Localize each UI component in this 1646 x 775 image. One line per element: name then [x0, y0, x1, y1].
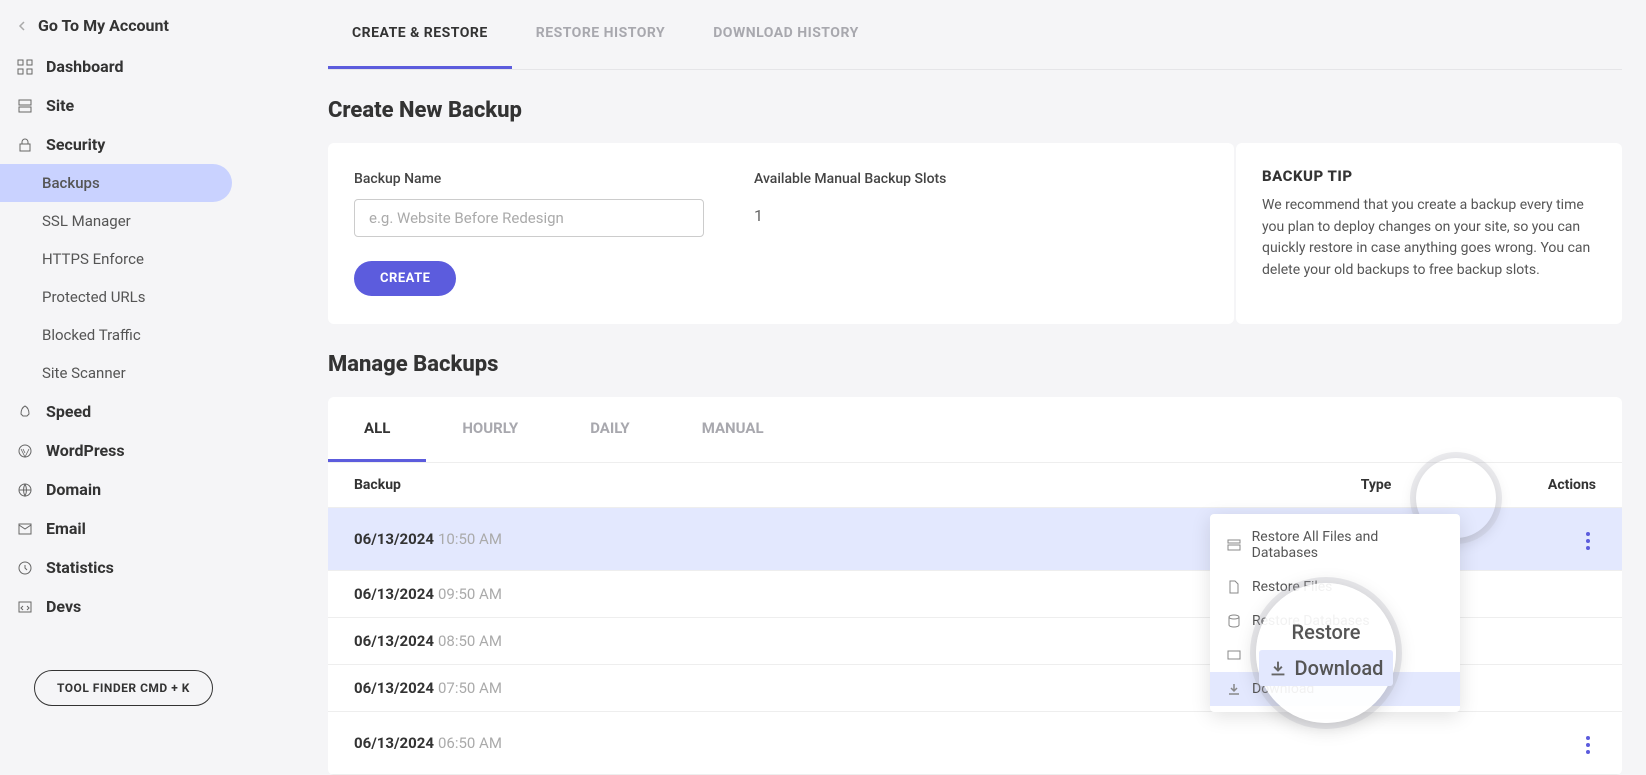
col-actions: Actions — [1476, 477, 1596, 493]
back-arrow-icon — [16, 19, 30, 33]
sidebar-item-label: Speed — [46, 402, 91, 421]
sidebar-item-email[interactable]: Email — [0, 509, 280, 548]
col-backup: Backup — [354, 477, 1276, 493]
clock-icon — [16, 559, 34, 577]
tab-restore-history[interactable]: RESTORE HISTORY — [512, 0, 689, 69]
dropdown-item-hidden[interactable] — [1210, 638, 1460, 672]
code-icon — [16, 598, 34, 616]
dropdown-restore-files[interactable]: Restore Files — [1210, 570, 1460, 604]
backup-name-input[interactable] — [354, 199, 704, 237]
filter-hourly[interactable]: HOURLY — [426, 397, 554, 462]
manage-section-title: Manage Backups — [328, 352, 1622, 377]
table-row: 06/13/202406:50 AM — [328, 712, 1622, 775]
backup-name-label: Backup Name — [354, 171, 704, 187]
download-icon — [1226, 681, 1242, 697]
sidebar-sub-scanner[interactable]: Site Scanner — [0, 354, 280, 392]
rocket-icon — [16, 403, 34, 421]
backup-tip-card: BACKUP TIP We recommend that you create … — [1236, 143, 1622, 324]
sidebar-item-dashboard[interactable]: Dashboard — [0, 47, 280, 86]
dropdown-restore-all[interactable]: Restore All Files and Databases — [1210, 520, 1460, 570]
file-icon — [1226, 579, 1242, 595]
sidebar-item-security[interactable]: Security — [0, 125, 280, 164]
mail-icon — [1226, 647, 1242, 663]
sidebar-item-label: WordPress — [46, 441, 125, 460]
sidebar-item-wordpress[interactable]: WordPress — [0, 431, 280, 470]
table-header: Backup Type Actions — [328, 463, 1622, 508]
filter-all[interactable]: ALL — [328, 397, 426, 462]
sidebar-item-domain[interactable]: Domain — [0, 470, 280, 509]
tab-download-history[interactable]: DOWNLOAD HISTORY — [689, 0, 883, 69]
row-actions-kebab[interactable] — [1580, 526, 1596, 556]
lock-icon — [16, 136, 34, 154]
sidebar-item-site[interactable]: Site — [0, 86, 280, 125]
sidebar-sub-blocked[interactable]: Blocked Traffic — [0, 316, 280, 354]
slots-value: 1 — [754, 199, 946, 232]
actions-dropdown: Restore All Files and Databases Restore … — [1210, 514, 1460, 712]
dropdown-download[interactable]: Download — [1210, 672, 1460, 706]
sidebar-item-speed[interactable]: Speed — [0, 392, 280, 431]
sidebar-sub-https[interactable]: HTTPS Enforce — [0, 240, 280, 278]
sidebar-item-statistics[interactable]: Statistics — [0, 548, 280, 587]
filter-daily[interactable]: DAILY — [554, 397, 666, 462]
go-to-account-link[interactable]: Go To My Account — [0, 12, 280, 47]
tool-finder-button[interactable]: TOOL FINDER CMD + K — [34, 670, 213, 706]
sidebar-item-label: Site — [46, 96, 74, 115]
back-label: Go To My Account — [38, 16, 169, 35]
row-actions-kebab[interactable] — [1580, 730, 1596, 760]
server-icon — [16, 97, 34, 115]
restore-all-icon — [1226, 537, 1242, 553]
slots-label: Available Manual Backup Slots — [754, 171, 946, 187]
sidebar-sub-backups[interactable]: Backups — [0, 164, 232, 202]
globe-icon — [16, 481, 34, 499]
tip-title: BACKUP TIP — [1262, 167, 1596, 185]
mail-icon — [16, 520, 34, 538]
database-icon — [1226, 613, 1242, 629]
create-backup-card: Backup Name Available Manual Backup Slot… — [328, 143, 1234, 324]
sidebar-sub-protected[interactable]: Protected URLs — [0, 278, 280, 316]
wordpress-icon — [16, 442, 34, 460]
create-section-title: Create New Backup — [328, 98, 1622, 123]
grid-icon — [16, 58, 34, 76]
sidebar-item-label: Domain — [46, 480, 101, 499]
sidebar-item-label: Dashboard — [46, 57, 123, 76]
sidebar-item-label: Statistics — [46, 558, 114, 577]
create-button[interactable]: CREATE — [354, 261, 456, 296]
col-type: Type — [1276, 477, 1476, 493]
sidebar-item-label: Email — [46, 519, 86, 538]
tab-create-restore[interactable]: CREATE & RESTORE — [328, 0, 512, 69]
tip-text: We recommend that you create a backup ev… — [1262, 195, 1596, 282]
sidebar-item-devs[interactable]: Devs — [0, 587, 280, 626]
sidebar-item-label: Security — [46, 135, 105, 154]
dropdown-restore-db[interactable]: Restore Databases — [1210, 604, 1460, 638]
filter-manual[interactable]: MANUAL — [666, 397, 800, 462]
sidebar-item-label: Devs — [46, 597, 81, 616]
sidebar-sub-ssl[interactable]: SSL Manager — [0, 202, 280, 240]
